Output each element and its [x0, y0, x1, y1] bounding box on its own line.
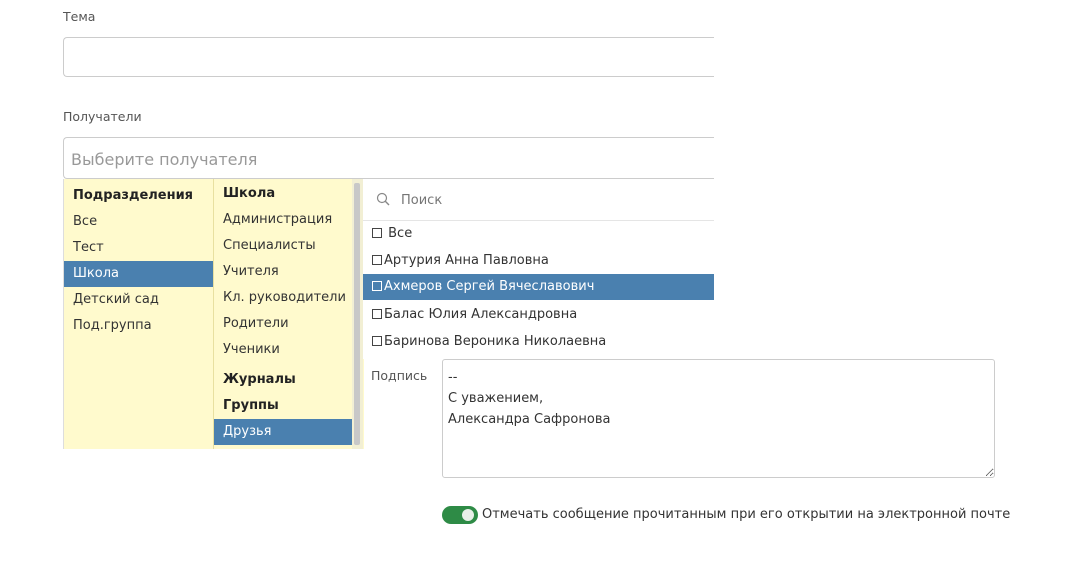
- person-name: Артурия Анна Павловна: [384, 253, 549, 268]
- signature-textarea[interactable]: [442, 359, 995, 478]
- department-test[interactable]: Тест: [73, 235, 104, 261]
- group-friends[interactable]: Друзья: [214, 419, 352, 445]
- category-specialists[interactable]: Специалисты: [223, 233, 316, 259]
- departments-header: Подразделения: [73, 188, 194, 203]
- school-scrollbar-track[interactable]: [352, 179, 363, 449]
- category-administration[interactable]: Администрация: [223, 207, 332, 233]
- checkbox[interactable]: [372, 281, 382, 291]
- departments-panel: Подразделения Все Тест Школа Детский сад…: [63, 179, 214, 449]
- category-teachers[interactable]: Учителя: [223, 259, 279, 285]
- person-row-all[interactable]: Все: [372, 221, 412, 247]
- school-scrollbar-thumb[interactable]: [354, 183, 360, 445]
- people-panel: Все Артурия Анна Павловна Ахмеров Сергей…: [363, 179, 714, 359]
- school-panel: Школа Администрация Специалисты Учителя …: [213, 179, 364, 449]
- read-receipt-label: Отмечать сообщение прочитанным при его о…: [482, 507, 1011, 522]
- department-school[interactable]: Школа: [64, 261, 214, 287]
- person-row[interactable]: Балас Юлия Александровна: [372, 302, 577, 328]
- category-class-teachers[interactable]: Кл. руководители: [223, 285, 346, 311]
- category-students[interactable]: Ученики: [223, 337, 280, 363]
- department-all[interactable]: Все: [73, 209, 97, 235]
- person-name: Баринова Вероника Николаевна: [384, 334, 607, 349]
- signature-label: Подпись: [371, 368, 428, 383]
- checkbox[interactable]: [372, 255, 382, 265]
- department-kindergarten[interactable]: Детский сад: [73, 287, 159, 313]
- groups-header[interactable]: Группы: [223, 393, 279, 419]
- person-name: Все: [388, 226, 413, 241]
- checkbox[interactable]: [372, 309, 382, 319]
- category-parents[interactable]: Родители: [223, 311, 289, 337]
- journals-header[interactable]: Журналы: [223, 367, 296, 393]
- toggle-knob: [462, 509, 474, 521]
- person-row[interactable]: Баринова Вероника Николаевна: [372, 329, 606, 355]
- read-receipt-toggle[interactable]: [442, 506, 478, 524]
- person-row-highlighted[interactable]: Ахмеров Сергей Вячеславович: [363, 274, 714, 300]
- person-name: Ахмеров Сергей Вячеславович: [384, 279, 595, 294]
- person-name: Балас Юлия Александровна: [384, 307, 578, 322]
- recipients-placeholder: Выберите получателя: [71, 150, 258, 169]
- person-row[interactable]: Артурия Анна Павловна: [372, 248, 549, 274]
- subject-input[interactable]: [63, 37, 714, 77]
- department-subgroup[interactable]: Под.группа: [73, 313, 152, 339]
- search-icon: [376, 192, 390, 206]
- checkbox[interactable]: [372, 336, 382, 346]
- school-header: Школа: [223, 186, 276, 201]
- search-divider: [363, 220, 714, 221]
- recipients-label: Получатели: [63, 109, 142, 124]
- checkbox[interactable]: [372, 228, 382, 238]
- search-input[interactable]: [399, 188, 703, 212]
- subject-label: Тема: [63, 9, 96, 24]
- recipients-input[interactable]: Выберите получателя: [63, 137, 714, 179]
